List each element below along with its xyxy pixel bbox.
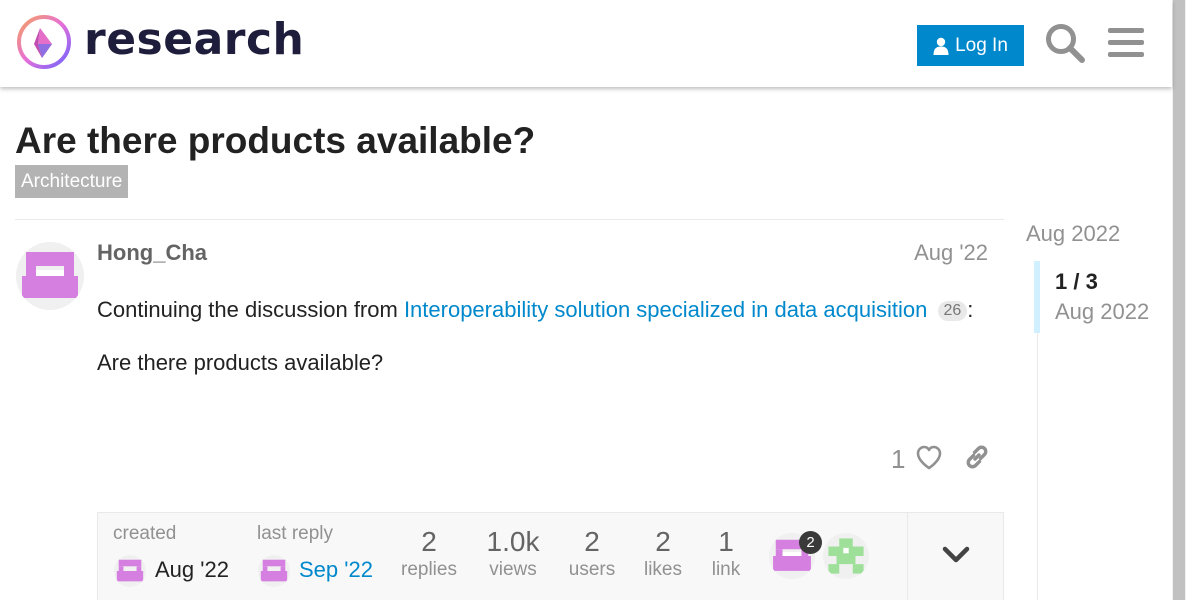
stat-value: 2 bbox=[655, 526, 671, 557]
menu-icon[interactable] bbox=[1106, 24, 1146, 62]
stat-label: link bbox=[711, 559, 741, 580]
topic-map-separator bbox=[907, 513, 908, 600]
timeline-handle[interactable] bbox=[1034, 261, 1040, 333]
scrollbar-thumb[interactable] bbox=[1173, 0, 1185, 600]
site-logo[interactable]: research bbox=[16, 14, 304, 70]
login-label: Log In bbox=[955, 34, 1008, 56]
link-icon[interactable] bbox=[963, 443, 991, 471]
created-date: Aug '22 bbox=[155, 557, 229, 582]
like-count[interactable]: 1 bbox=[891, 444, 905, 475]
page-scrollbar[interactable] bbox=[1172, 0, 1186, 600]
last-reply-label: last reply bbox=[257, 523, 334, 544]
timeline-start-date[interactable]: Aug 2022 bbox=[1026, 221, 1120, 247]
click-count-badge: 26 bbox=[937, 301, 968, 321]
post-body: Are there products available? bbox=[97, 350, 384, 375]
stat-value: 2 bbox=[584, 526, 600, 557]
participant-avatar[interactable] bbox=[823, 533, 869, 579]
stat-views: 1.0k views bbox=[478, 527, 548, 581]
divider bbox=[15, 219, 1004, 220]
last-reply-avatar[interactable] bbox=[258, 555, 290, 587]
search-icon[interactable] bbox=[1044, 22, 1086, 64]
stat-value: 1.0k bbox=[486, 526, 540, 557]
linked-topic-link[interactable]: Interoperability solution specialized in… bbox=[404, 297, 927, 322]
post-date[interactable]: Aug '22 bbox=[914, 240, 988, 266]
post-author[interactable]: Hong_Cha bbox=[97, 240, 207, 266]
heart-icon[interactable] bbox=[915, 444, 943, 472]
timeline-current-date: Aug 2022 bbox=[1055, 299, 1150, 324]
login-button[interactable]: Log In bbox=[917, 25, 1024, 66]
category-badge[interactable]: Architecture bbox=[15, 165, 129, 198]
chevron-down-icon[interactable] bbox=[941, 543, 971, 567]
stat-replies: 2 replies bbox=[396, 527, 462, 581]
logo-icon bbox=[17, 15, 71, 69]
stat-label: replies bbox=[401, 559, 457, 580]
stat-link: 1 link bbox=[702, 527, 750, 581]
logo-text: research bbox=[84, 14, 305, 65]
stat-label: views bbox=[489, 559, 537, 580]
participant-post-count: 2 bbox=[799, 531, 822, 554]
created-label: created bbox=[113, 523, 177, 544]
timeline-position: 1 / 3 bbox=[1055, 269, 1098, 294]
stat-label: likes bbox=[643, 559, 682, 580]
stat-value: 1 bbox=[718, 526, 734, 557]
user-icon bbox=[933, 37, 949, 55]
stat-likes: 2 likes bbox=[636, 527, 690, 581]
author-avatar[interactable] bbox=[16, 242, 84, 310]
topic-title[interactable]: Are there products available? bbox=[15, 120, 535, 162]
creator-avatar[interactable] bbox=[114, 555, 146, 587]
stat-users: 2 users bbox=[562, 527, 622, 581]
post-intro: Continuing the discussion from Interoper… bbox=[97, 297, 973, 323]
stat-label: users bbox=[568, 559, 616, 580]
intro-text: Continuing the discussion from bbox=[97, 297, 404, 322]
topic-map: created Aug '22 last reply Sep '22 2 rep… bbox=[97, 512, 1004, 600]
last-reply-date[interactable]: Sep '22 bbox=[299, 557, 373, 583]
intro-colon: : bbox=[967, 297, 974, 322]
site-header: research Log In bbox=[0, 0, 1172, 87]
stat-value: 2 bbox=[421, 526, 437, 557]
